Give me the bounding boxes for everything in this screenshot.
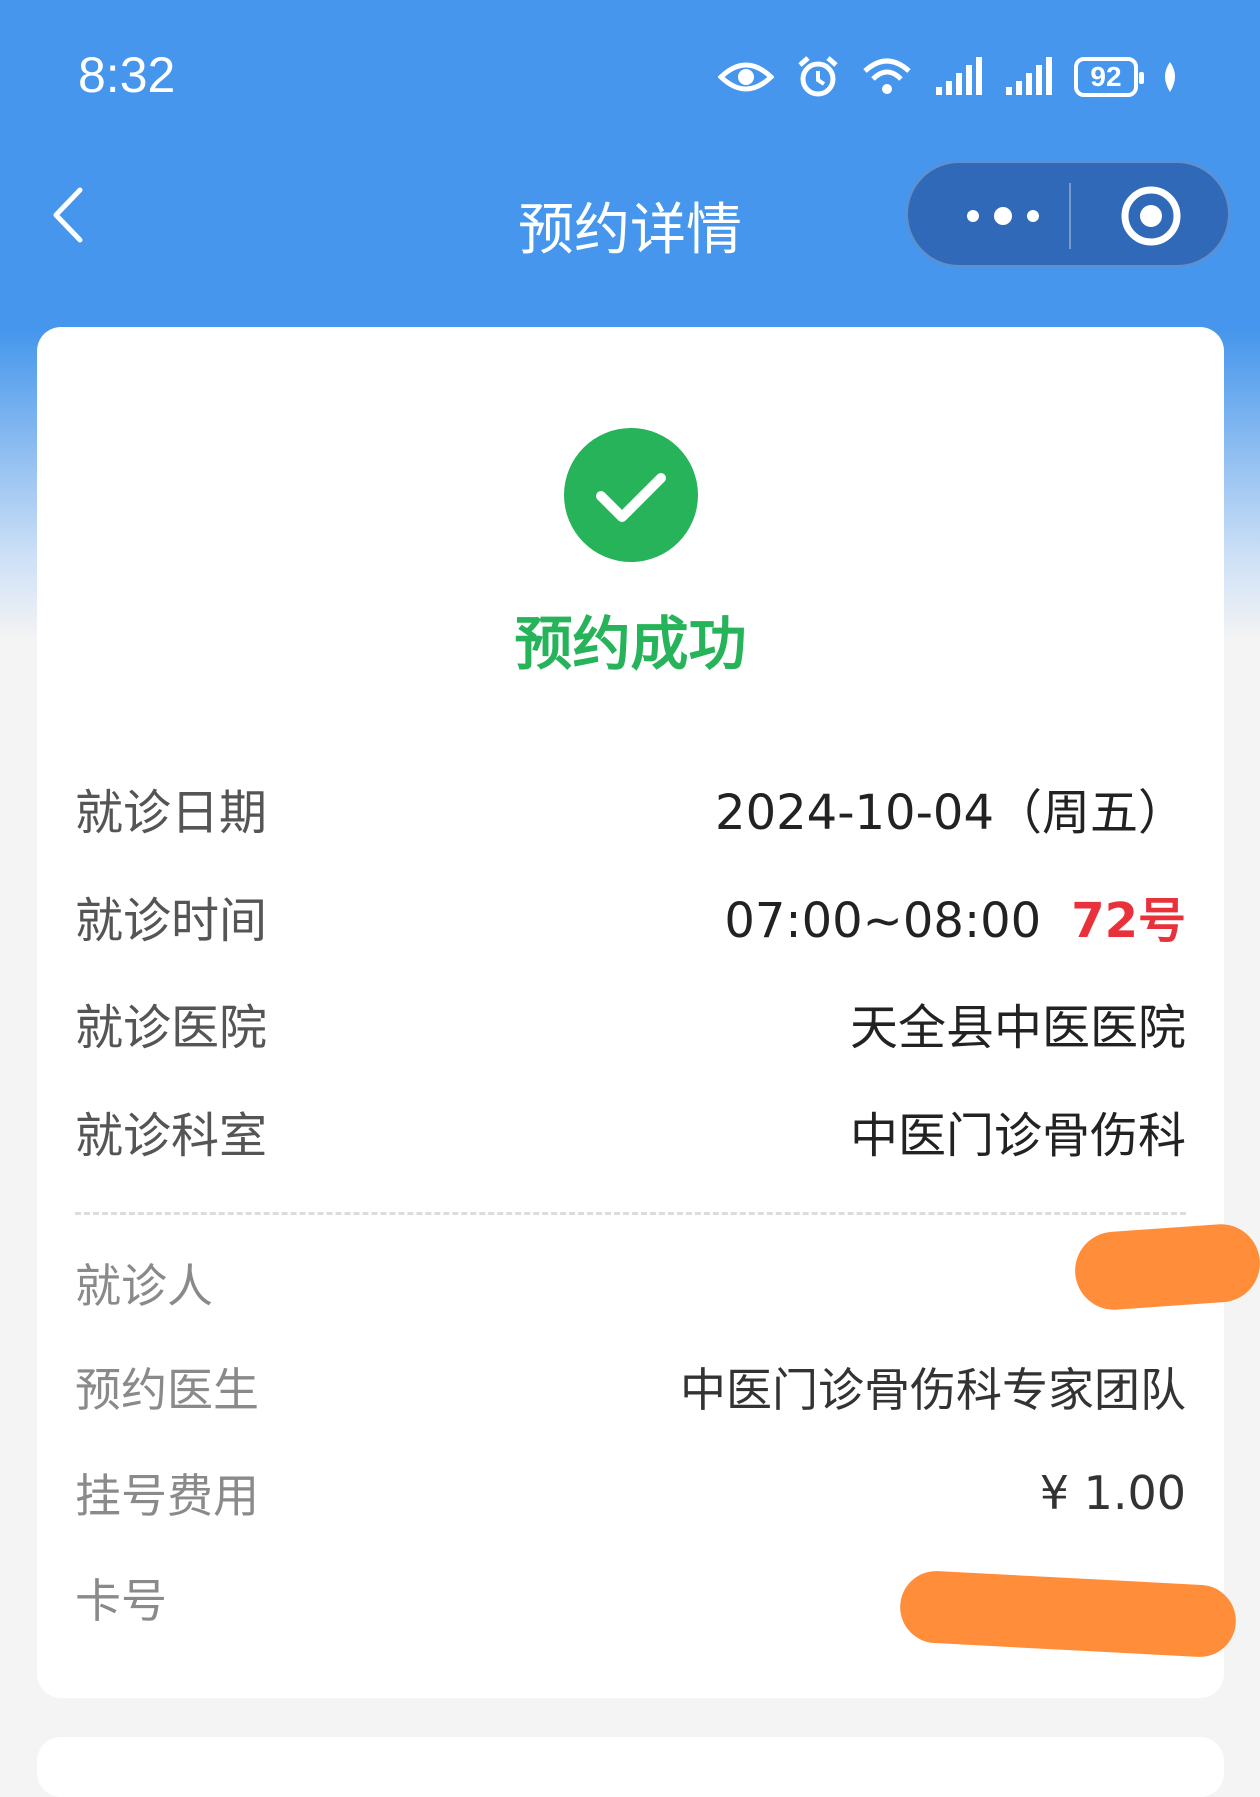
hospital-label: 就诊医院 — [75, 1000, 268, 1056]
status-icons: 92 — [718, 52, 1180, 102]
time-value: 07:00~08:00 — [724, 893, 1042, 949]
status-bar: 8:32 92 — [0, 0, 1260, 150]
dashed-divider — [75, 1212, 1186, 1215]
card-number-label: 卡号 — [75, 1574, 167, 1628]
fee-row: 挂号费用 ¥ 1.00 — [75, 1458, 1186, 1528]
ticket-number: 72号 — [1071, 893, 1186, 949]
date-value: 2024-10-04（周五） — [715, 785, 1186, 841]
more-dots-icon — [967, 207, 1039, 225]
mini-program-capsule — [906, 161, 1230, 267]
patient-row: 就诊人 — [75, 1248, 1186, 1318]
leaf-icon — [1160, 60, 1180, 94]
hospital-value: 天全县中医医院 — [849, 1000, 1186, 1056]
check-circle-icon — [564, 428, 698, 562]
nav-bar: 预约详情 — [0, 150, 1260, 280]
time-label: 就诊时间 — [75, 893, 268, 949]
time-row: 就诊时间 07:00~08:00 72号 — [75, 881, 1186, 951]
wifi-icon — [862, 57, 912, 97]
department-value: 中医门诊骨伤科 — [849, 1108, 1186, 1164]
doctor-row: 预约医生 中医门诊骨伤科专家团队 — [75, 1352, 1186, 1422]
more-button[interactable] — [948, 188, 1058, 244]
close-button[interactable] — [1118, 183, 1184, 249]
hospital-row: 就诊医院 天全县中医医院 — [75, 988, 1186, 1058]
appointment-card: 预约成功 就诊日期 2024-10-04（周五） 就诊时间 07:00~08:0… — [37, 327, 1224, 1698]
alarm-icon — [796, 55, 840, 99]
target-icon — [1121, 186, 1181, 246]
department-label: 就诊科室 — [75, 1108, 268, 1164]
department-row: 就诊科室 中医门诊骨伤科 — [75, 1096, 1186, 1166]
doctor-label: 预约医生 — [75, 1363, 259, 1417]
redaction-mark-patient — [1072, 1221, 1260, 1313]
date-label: 就诊日期 — [75, 785, 268, 841]
doctor-value: 中医门诊骨伤科专家团队 — [680, 1363, 1186, 1417]
signal-icon — [1004, 57, 1052, 97]
time-value-group: 07:00~08:00 72号 — [724, 881, 1186, 951]
battery-level: 92 — [1090, 61, 1122, 92]
date-row: 就诊日期 2024-10-04（周五） — [75, 773, 1186, 843]
patient-label: 就诊人 — [75, 1259, 213, 1313]
signal-icon — [934, 57, 982, 97]
fee-label: 挂号费用 — [75, 1469, 259, 1523]
secondary-card — [37, 1737, 1224, 1797]
success-text: 预约成功 — [514, 610, 747, 678]
fee-value: ¥ 1.00 — [1039, 1466, 1186, 1520]
capsule-divider — [1069, 183, 1071, 249]
battery-icon: 92 — [1074, 57, 1144, 97]
eye-icon — [718, 57, 774, 97]
status-time: 8:32 — [78, 47, 176, 103]
